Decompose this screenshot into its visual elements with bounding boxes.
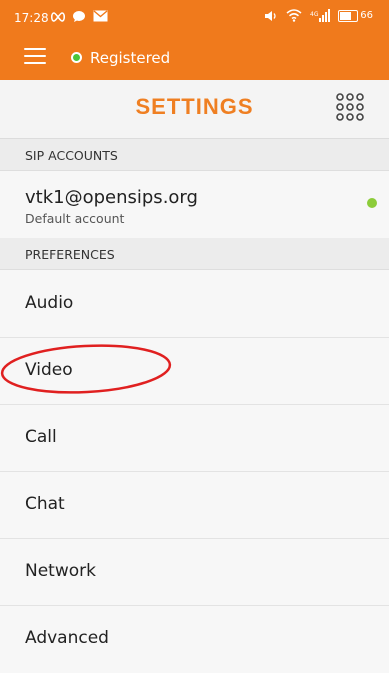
menu-button[interactable] bbox=[24, 48, 46, 66]
svg-text:4G: 4G bbox=[310, 11, 319, 18]
registration-status-dot bbox=[71, 52, 82, 63]
pref-item-label: Call bbox=[25, 427, 57, 447]
registration-status-text: Registered bbox=[90, 49, 171, 67]
account-subtitle: Default account bbox=[25, 211, 125, 226]
pref-item-label: Chat bbox=[25, 494, 65, 514]
volume-icon bbox=[265, 10, 276, 21]
section-preferences: PREFERENCES bbox=[0, 238, 389, 270]
dialpad-grid-icon[interactable] bbox=[335, 92, 365, 122]
app-bar: Registered bbox=[0, 36, 389, 80]
pref-item-video[interactable]: Video bbox=[0, 338, 389, 405]
pref-item-call[interactable]: Call bbox=[0, 405, 389, 472]
pref-item-network[interactable]: Network bbox=[0, 539, 389, 606]
infinity-icon bbox=[50, 12, 66, 22]
signal-icon: 4G bbox=[310, 9, 331, 22]
settings-header: SETTINGS bbox=[0, 80, 389, 139]
pref-item-label: Audio bbox=[25, 293, 74, 313]
wifi-icon bbox=[286, 9, 302, 22]
chat-bubble-icon bbox=[73, 11, 85, 22]
pref-item-chat[interactable]: Chat bbox=[0, 472, 389, 539]
page-title: SETTINGS bbox=[135, 94, 254, 119]
menu-line bbox=[24, 62, 46, 64]
sip-account-item[interactable]: vtk1@opensips.org Default account bbox=[0, 171, 389, 238]
menu-line bbox=[24, 55, 46, 57]
status-bar: 17:28 4G 66 bbox=[0, 0, 389, 36]
section-sip-accounts: SIP ACCOUNTS bbox=[0, 139, 389, 171]
account-name: vtk1@opensips.org bbox=[25, 187, 198, 208]
mail-icon bbox=[93, 10, 108, 22]
pref-item-label: Network bbox=[25, 561, 96, 581]
account-status-dot bbox=[367, 198, 377, 208]
battery-icon: 66 bbox=[338, 9, 373, 22]
battery-level: 66 bbox=[360, 10, 373, 21]
status-time: 17:28 bbox=[14, 11, 49, 25]
pref-item-audio[interactable]: Audio bbox=[0, 271, 389, 338]
settings-screen: 17:28 4G 66 Registered SETTINGS SIP ACCO… bbox=[0, 0, 389, 673]
menu-line bbox=[24, 48, 46, 50]
pref-item-label: Advanced bbox=[25, 628, 109, 648]
pref-item-label: Video bbox=[25, 360, 73, 380]
pref-item-advanced[interactable]: Advanced bbox=[0, 606, 389, 673]
status-right-group: 4G 66 bbox=[264, 9, 373, 22]
